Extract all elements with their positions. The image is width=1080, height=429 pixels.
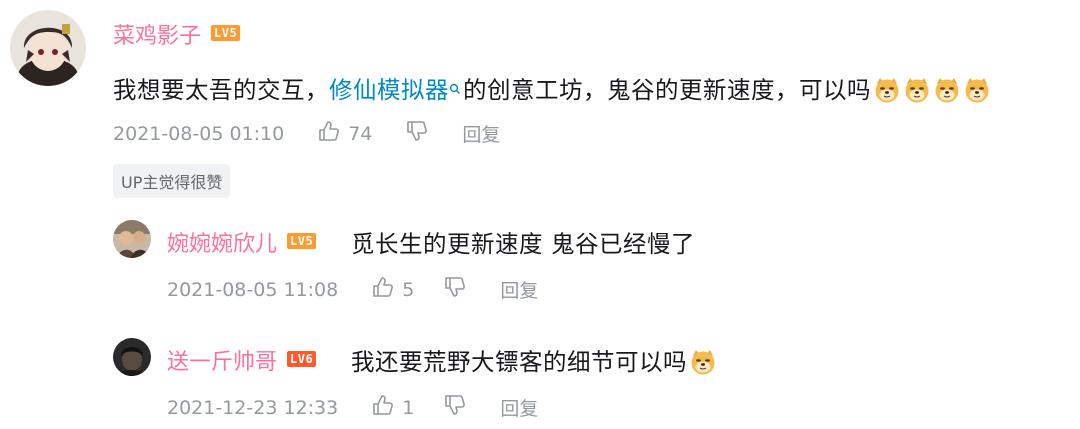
reply-button[interactable]: 回复	[462, 120, 500, 147]
doge-emoji	[963, 76, 991, 110]
search-icon[interactable]	[449, 73, 461, 101]
username[interactable]: 送一斤帅哥	[167, 344, 277, 376]
up-liked-badge: UP主觉得很赞	[113, 164, 231, 198]
level-badge: LV5	[211, 25, 241, 41]
dislike-icon[interactable]	[406, 120, 428, 147]
emoji-group	[687, 348, 717, 376]
like-icon[interactable]	[372, 276, 394, 303]
level-badge: LV6	[287, 351, 317, 367]
like-count: 74	[348, 122, 373, 145]
reply-meta: 2021-12-23 12:33 1 回复	[167, 394, 538, 421]
avatar[interactable]	[10, 10, 86, 86]
reply-meta: 2021-08-05 11:08 5 回复	[167, 276, 538, 303]
reply-text: 我还要荒野大镖客的细节可以吗	[351, 343, 717, 382]
like-icon[interactable]	[372, 394, 394, 421]
like-count: 1	[402, 396, 415, 419]
avatar[interactable]	[113, 338, 151, 376]
reply-text: 觅长生的更新速度 鬼谷已经慢了	[351, 230, 695, 258]
dislike-icon[interactable]	[444, 276, 466, 303]
username[interactable]: 婉婉婉欣儿	[167, 226, 277, 258]
avatar[interactable]	[113, 220, 151, 258]
doge-emoji	[873, 76, 901, 110]
keyword-link[interactable]: 修仙模拟器	[329, 76, 449, 104]
reply-button[interactable]: 回复	[500, 276, 538, 303]
reply-button[interactable]: 回复	[500, 394, 538, 421]
doge-emoji	[689, 348, 717, 382]
doge-emoji	[933, 76, 961, 110]
timestamp: 2021-08-05 01:10	[113, 122, 285, 145]
dislike-icon[interactable]	[444, 394, 466, 421]
like-count: 5	[402, 278, 415, 301]
level-badge: LV5	[287, 233, 317, 249]
timestamp: 2021-12-23 12:33	[167, 396, 339, 419]
username[interactable]: 菜鸡影子	[113, 18, 201, 50]
comment-text: 我想要太吾的交互，修仙模拟器 的创意工坊，鬼谷的更新速度，可以吗	[113, 71, 991, 110]
comment-meta: 2021-08-05 01:10 74 回复	[113, 120, 500, 147]
timestamp: 2021-08-05 11:08	[167, 278, 339, 301]
doge-emoji	[903, 76, 931, 110]
like-icon[interactable]	[318, 120, 340, 147]
emoji-group	[871, 76, 991, 104]
